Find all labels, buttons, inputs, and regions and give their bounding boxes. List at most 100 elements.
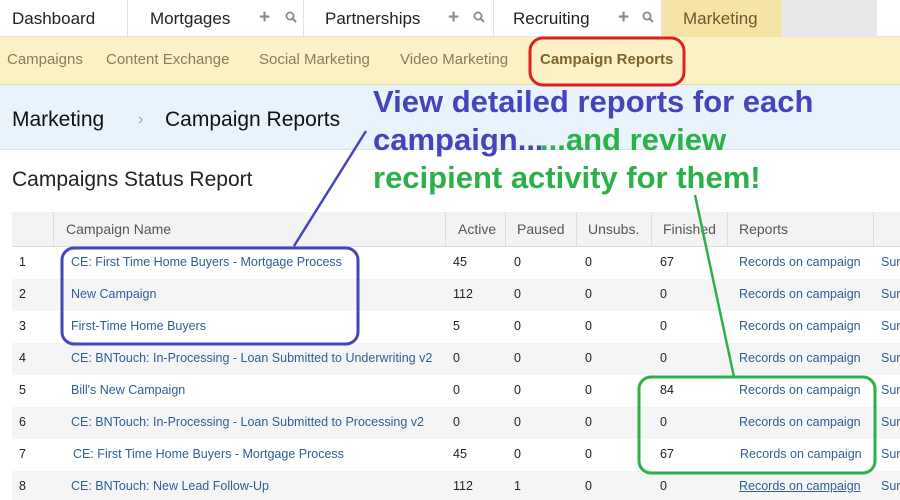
column-divider xyxy=(651,212,652,247)
paused-count: 1 xyxy=(514,479,521,493)
finished-count: 0 xyxy=(660,415,667,429)
tab-recruiting[interactable]: Recruiting + xyxy=(494,0,662,37)
campaign-name-link[interactable]: Bill's New Campaign xyxy=(71,383,185,397)
summary-link[interactable]: Sur xyxy=(881,383,900,397)
plus-icon[interactable]: + xyxy=(259,8,270,27)
campaign-name-link[interactable]: CE: First Time Home Buyers - Mortgage Pr… xyxy=(71,255,342,269)
search-icon[interactable] xyxy=(473,11,485,23)
tab-placeholder xyxy=(782,0,877,37)
summary-link[interactable]: Sur xyxy=(881,319,900,333)
summary-link[interactable]: Sur xyxy=(881,351,900,365)
tab-dashboard-label: Dashboard xyxy=(12,8,96,28)
table-row: 5 Bill's New Campaign 0 0 0 84 Records o… xyxy=(12,375,900,407)
tab-partnerships-label: Partnerships xyxy=(325,8,421,28)
chevron-right-icon: › xyxy=(138,111,144,128)
active-count: 0 xyxy=(453,415,460,429)
column-divider xyxy=(727,212,728,247)
tab-marketing-label: Marketing xyxy=(683,8,758,28)
page-title: Campaigns Status Report xyxy=(12,168,253,191)
tab-partnerships[interactable]: Partnerships + xyxy=(304,0,494,37)
subnav-content-exchange[interactable]: Content Exchange xyxy=(106,51,229,68)
summary-link[interactable]: Sur xyxy=(881,479,900,493)
records-on-campaign-link[interactable]: Records on campaign xyxy=(739,415,861,429)
annotation-text-line4: recipient activity for them! xyxy=(373,160,761,195)
finished-count: 0 xyxy=(660,479,667,493)
records-on-campaign-link[interactable]: Records on campaign xyxy=(739,287,861,301)
breadcrumb-parent[interactable]: Marketing xyxy=(12,108,104,132)
records-on-campaign-link[interactable]: Records on campaign xyxy=(739,319,861,333)
unsubs-count: 0 xyxy=(585,255,592,269)
tab-marketing[interactable]: Marketing xyxy=(662,0,782,37)
tab-recruiting-label: Recruiting xyxy=(513,8,590,28)
tab-mortgages[interactable]: Mortgages + xyxy=(128,0,304,37)
top-tab-bar: Dashboard Mortgages + Partnerships + Rec… xyxy=(0,0,900,37)
finished-count: 0 xyxy=(660,351,667,365)
active-count: 0 xyxy=(453,351,460,365)
finished-count: 67 xyxy=(660,447,674,461)
summary-link[interactable]: Sur xyxy=(881,415,900,429)
table-row: 4 CE: BNTouch: In-Processing - Loan Subm… xyxy=(12,343,900,375)
plus-icon[interactable]: + xyxy=(448,8,459,27)
breadcrumb-current: Campaign Reports xyxy=(165,108,341,131)
table-header: Campaign Name Active Paused Unsubs. Fini… xyxy=(12,212,900,247)
records-on-campaign-link[interactable]: Records on campaign xyxy=(739,351,861,365)
summary-link[interactable]: Sur xyxy=(881,447,900,461)
table-row: 3 First-Time Home Buyers 5 0 0 0 Records… xyxy=(12,311,900,343)
records-on-campaign-link[interactable]: Records on campaign xyxy=(740,447,862,461)
subnav-campaigns[interactable]: Campaigns xyxy=(7,51,83,68)
column-header-active[interactable]: Active xyxy=(458,221,496,237)
column-header-unsubs[interactable]: Unsubs. xyxy=(588,221,639,237)
active-count: 0 xyxy=(453,383,460,397)
records-on-campaign-link[interactable]: Records on campaign xyxy=(739,255,861,269)
records-on-campaign-link[interactable]: Records on campaign xyxy=(739,383,861,397)
table-row: 6 CE: BNTouch: In-Processing - Loan Subm… xyxy=(12,407,900,439)
column-header-campaign-name[interactable]: Campaign Name xyxy=(66,221,171,237)
paused-count: 0 xyxy=(514,351,521,365)
active-count: 112 xyxy=(453,287,473,301)
paused-count: 0 xyxy=(514,255,521,269)
unsubs-count: 0 xyxy=(585,479,592,493)
paused-count: 0 xyxy=(514,287,521,301)
column-header-finished[interactable]: Finished xyxy=(663,221,716,237)
row-number: 3 xyxy=(19,319,26,333)
active-count: 5 xyxy=(453,319,460,333)
paused-count: 0 xyxy=(514,319,521,333)
summary-link[interactable]: Sur xyxy=(881,287,900,301)
search-icon[interactable] xyxy=(642,11,654,23)
plus-icon[interactable]: + xyxy=(618,8,629,27)
finished-count: 0 xyxy=(660,287,667,301)
column-divider xyxy=(53,212,54,247)
table-row: 8 CE: BNTouch: New Lead Follow-Up 112 1 … xyxy=(12,471,900,500)
subnav-campaign-reports[interactable]: Campaign Reports xyxy=(540,51,673,68)
annotation-text-line3: ...and review xyxy=(540,122,727,157)
campaign-name-link[interactable]: New Campaign xyxy=(71,287,156,301)
active-count: 45 xyxy=(453,255,467,269)
tab-dashboard[interactable]: Dashboard xyxy=(0,0,128,37)
campaign-name-link[interactable]: CE: BNTouch: In-Processing - Loan Submit… xyxy=(71,415,424,429)
row-number: 8 xyxy=(19,479,26,493)
unsubs-count: 0 xyxy=(585,351,592,365)
summary-link[interactable]: Sur xyxy=(881,255,900,269)
annotation-text-line2: campaign... xyxy=(373,122,544,157)
column-header-paused[interactable]: Paused xyxy=(517,221,564,237)
campaign-name-link[interactable]: CE: BNTouch: In-Processing - Loan Submit… xyxy=(71,351,432,365)
unsubs-count: 0 xyxy=(585,319,592,333)
column-divider xyxy=(505,212,506,247)
marketing-subnav: Campaigns Content Exchange Social Market… xyxy=(0,37,900,85)
campaign-name-link[interactable]: CE: First Time Home Buyers - Mortgage Pr… xyxy=(73,447,344,461)
finished-count: 0 xyxy=(660,319,667,333)
subnav-video-marketing[interactable]: Video Marketing xyxy=(400,51,508,68)
campaign-name-link[interactable]: CE: BNTouch: New Lead Follow-Up xyxy=(71,479,269,493)
finished-count: 67 xyxy=(660,255,674,269)
column-header-reports[interactable]: Reports xyxy=(739,221,788,237)
search-icon[interactable] xyxy=(285,11,297,23)
records-on-campaign-link[interactable]: Records on campaign xyxy=(739,479,861,493)
row-number: 5 xyxy=(19,383,26,397)
unsubs-count: 0 xyxy=(585,287,592,301)
paused-count: 0 xyxy=(514,383,521,397)
paused-count: 0 xyxy=(514,415,521,429)
campaign-name-link[interactable]: First-Time Home Buyers xyxy=(71,319,206,333)
column-divider xyxy=(576,212,577,247)
table-row: 7 CE: First Time Home Buyers - Mortgage … xyxy=(12,439,900,471)
subnav-social-marketing[interactable]: Social Marketing xyxy=(259,51,370,68)
